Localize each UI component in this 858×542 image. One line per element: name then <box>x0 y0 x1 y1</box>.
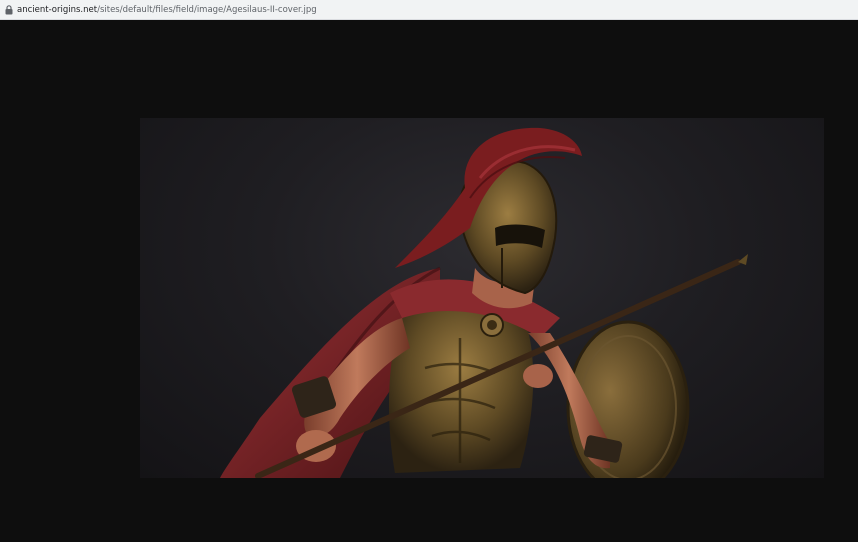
displayed-image[interactable] <box>140 118 824 478</box>
spartan-warrior-illustration <box>220 127 748 478</box>
address-bar[interactable]: ancient-origins.net/sites/default/files/… <box>0 0 858 20</box>
url-domain: ancient-origins.net <box>17 4 98 15</box>
url-text[interactable]: ancient-origins.net/sites/default/files/… <box>17 5 317 15</box>
image-viewer <box>0 20 858 542</box>
lock-icon <box>4 4 13 16</box>
url-path: /sites/default/files/field/image/Agesila… <box>97 4 317 15</box>
